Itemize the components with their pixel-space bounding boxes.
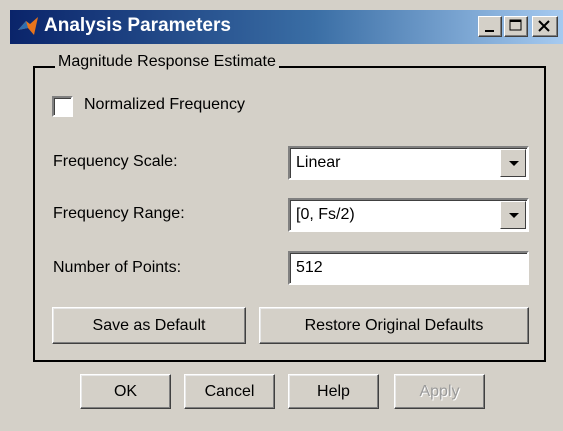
- restore-original-defaults-button[interactable]: Restore Original Defaults: [259, 307, 529, 344]
- title-bar[interactable]: Analysis Parameters: [10, 10, 563, 44]
- minimize-icon: [485, 30, 494, 32]
- help-button[interactable]: Help: [288, 374, 379, 409]
- window-title: Analysis Parameters: [44, 15, 231, 36]
- number-of-points-label: Number of Points:: [53, 259, 182, 276]
- chevron-down-icon[interactable]: [500, 149, 526, 177]
- ok-button[interactable]: OK: [80, 374, 171, 409]
- maximize-icon: [509, 19, 522, 31]
- normalized-frequency-label[interactable]: Normalized Frequency: [84, 96, 245, 114]
- frequency-range-value: [0, Fs/2): [296, 206, 355, 223]
- number-of-points-value: 512: [296, 259, 323, 276]
- close-button[interactable]: [532, 16, 558, 37]
- group-title: Magnitude Response Estimate: [55, 53, 279, 71]
- frequency-scale-value: Linear: [296, 154, 341, 171]
- matlab-logo-icon: [18, 17, 38, 35]
- cancel-button[interactable]: Cancel: [184, 374, 275, 409]
- chevron-down-icon[interactable]: [500, 201, 526, 229]
- frequency-scale-label: Frequency Scale:: [53, 153, 178, 170]
- maximize-button[interactable]: [504, 16, 528, 37]
- frequency-scale-select[interactable]: Linear: [288, 146, 529, 180]
- number-of-points-input[interactable]: 512: [288, 251, 529, 285]
- save-as-default-button[interactable]: Save as Default: [52, 307, 246, 344]
- frequency-range-select[interactable]: [0, Fs/2): [288, 198, 529, 232]
- frequency-range-label: Frequency Range:: [53, 205, 185, 222]
- minimize-button[interactable]: [478, 16, 502, 37]
- normalized-frequency-checkbox[interactable]: [52, 96, 73, 117]
- close-icon: [538, 20, 550, 32]
- apply-button[interactable]: Apply: [394, 374, 485, 409]
- dialog-window: Analysis Parameters Magnitude Response E…: [0, 0, 563, 431]
